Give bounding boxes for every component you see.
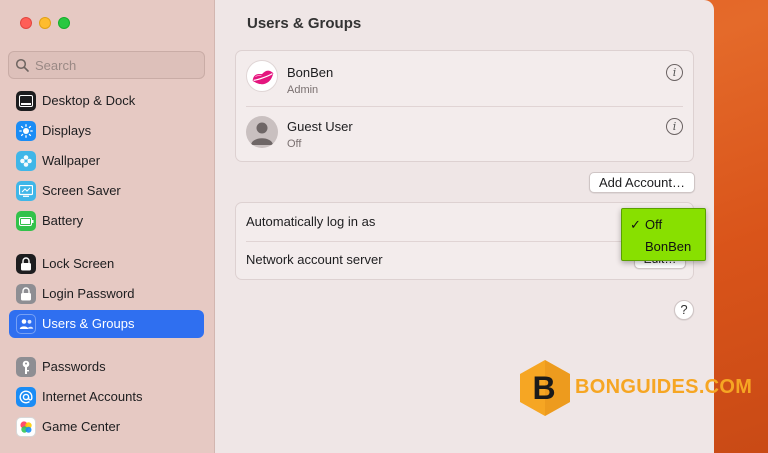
search-field[interactable] (8, 51, 205, 79)
minimize-window-button[interactable] (39, 17, 51, 29)
sidebar-item-users-groups[interactable]: Users & Groups (9, 310, 204, 338)
login-password-icon (16, 284, 36, 304)
sidebar-item-battery[interactable]: Battery (9, 207, 204, 235)
game-center-icon (16, 417, 36, 437)
sidebar-item-label: Lock Screen (42, 256, 115, 271)
user-name: Guest User (287, 119, 353, 134)
popup-option-label: BonBen (645, 239, 692, 254)
sidebar-item-label: Game Center (42, 419, 121, 434)
sidebar-item-game-center[interactable]: Game Center (9, 413, 204, 441)
sidebar-item-label: Screen Saver (42, 183, 121, 198)
watermark-logo: B BONGUIDES.COM (519, 359, 752, 417)
row-divider (246, 106, 683, 107)
sidebar-item-label: Desktop & Dock (42, 93, 136, 108)
auto-login-popup-menu: ✓ Off BonBen (621, 208, 706, 261)
auto-login-label: Automatically log in as (246, 214, 376, 229)
internet-accounts-icon (16, 387, 36, 407)
sidebar-item-displays[interactable]: Displays (9, 117, 204, 145)
passwords-icon (16, 357, 36, 377)
page-title: Users & Groups (247, 15, 362, 32)
popup-option-bonben[interactable]: BonBen (622, 236, 707, 256)
lock-screen-icon (16, 254, 36, 274)
sidebar-item-label: Login Password (42, 286, 135, 301)
sidebar-item-wallpaper[interactable]: Wallpaper (9, 147, 204, 175)
sidebar: Desktop & Dock Displays Wallpaper Screen… (0, 0, 215, 453)
info-icon[interactable]: i (666, 64, 683, 81)
user-role: Off (287, 138, 302, 150)
search-icon (15, 58, 29, 72)
watermark-letter: B (532, 370, 555, 406)
network-server-label: Network account server (246, 252, 383, 267)
sidebar-item-label: Users & Groups (42, 316, 135, 331)
guest-avatar (246, 116, 278, 148)
popup-option-off[interactable]: ✓ Off (622, 214, 707, 234)
help-button[interactable]: ? (674, 300, 694, 320)
users-groups-icon (16, 314, 36, 334)
info-icon[interactable]: i (666, 118, 683, 135)
sidebar-item-lock-screen[interactable]: Lock Screen (9, 250, 204, 278)
user-role: Admin (287, 84, 319, 96)
sidebar-item-internet-accounts[interactable]: Internet Accounts (9, 383, 204, 411)
sidebar-item-passwords[interactable]: Passwords (9, 353, 204, 381)
close-window-button[interactable] (20, 17, 32, 29)
displays-icon (16, 121, 36, 141)
sidebar-item-desktop-dock[interactable]: Desktop & Dock (9, 87, 204, 115)
add-account-button[interactable]: Add Account… (589, 172, 695, 193)
lips-avatar (246, 60, 278, 92)
sidebar-item-label: Displays (42, 123, 92, 138)
screen-saver-icon (16, 181, 36, 201)
users-list: BonBen Admin i Guest User Off i (235, 50, 694, 162)
maximize-window-button[interactable] (58, 17, 70, 29)
popup-option-label: Off (645, 217, 663, 232)
desktop-dock-icon (16, 91, 36, 111)
user-name: BonBen (287, 65, 334, 80)
watermark-text: BONGUIDES.COM (575, 376, 753, 398)
search-input[interactable] (35, 57, 195, 74)
row-divider (246, 241, 683, 242)
sidebar-item-label: Passwords (42, 359, 106, 374)
sidebar-item-label: Internet Accounts (42, 389, 143, 404)
bonguides-logo-icon: B (520, 360, 570, 416)
wallpaper-icon (16, 151, 36, 171)
checkmark-icon: ✓ (630, 217, 641, 232)
sidebar-item-screen-saver[interactable]: Screen Saver (9, 177, 204, 205)
sidebar-item-label: Wallpaper (42, 153, 101, 168)
sidebar-item-login-password[interactable]: Login Password (9, 280, 204, 308)
sidebar-item-label: Battery (42, 213, 84, 228)
battery-icon (16, 211, 36, 231)
